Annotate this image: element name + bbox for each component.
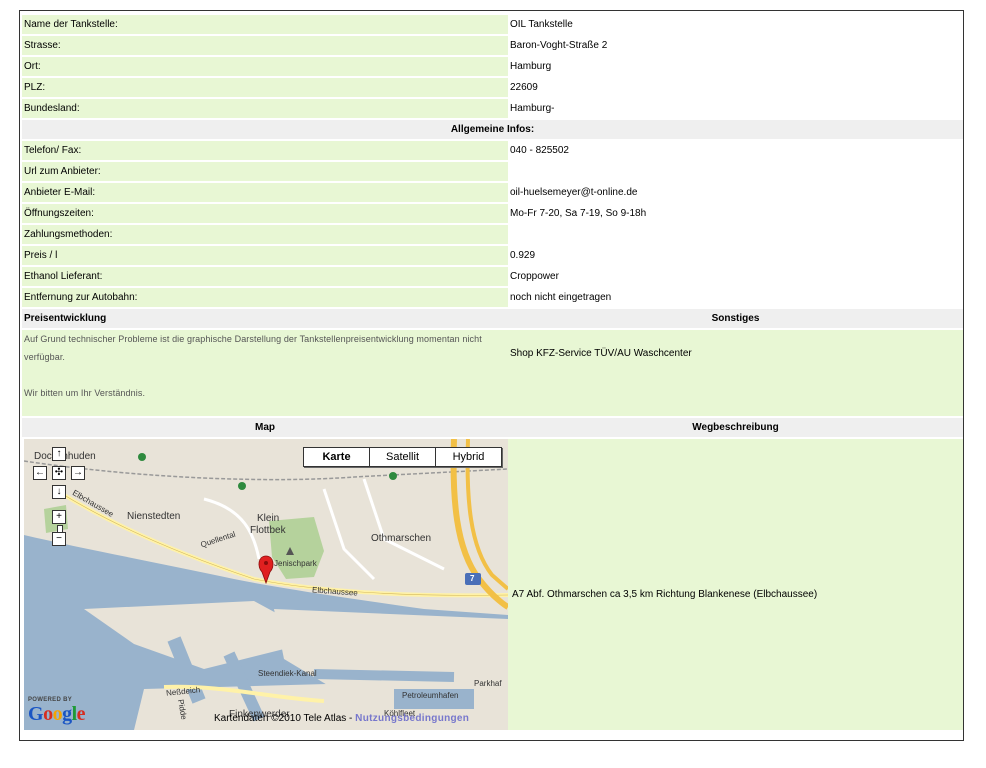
row-value: Mo-Fr 7-20, Sa 7-19, So 9-18h — [508, 204, 963, 223]
row-zip: PLZ: 22609 — [22, 78, 963, 97]
row-value: Hamburg — [508, 57, 963, 76]
google-wordmark: Google — [28, 703, 86, 725]
map-label-road7: 7 — [470, 574, 475, 583]
map-view[interactable]: Dockenhuden Nienstedten Klein Flottbek O… — [24, 439, 508, 730]
copyright-text: Kartendaten ©2010 Tele Atlas - — [214, 713, 356, 724]
map-copyright: Kartendaten ©2010 Tele Atlas - Nutzungsb… — [214, 713, 469, 724]
map-label-nienstedten: Nienstedten — [127, 511, 181, 522]
pan-down-icon[interactable]: ↓ — [52, 485, 66, 499]
row-supplier: Ethanol Lieferant: Croppower — [22, 267, 963, 286]
row-price: Preis / l 0.929 — [22, 246, 963, 265]
row-value — [508, 225, 963, 244]
section-price-row: Preisentwicklung Sonstiges — [22, 309, 963, 328]
map-graphics — [24, 439, 508, 730]
row-label: Preis / l — [22, 246, 508, 265]
map-directions-row: Dockenhuden Nienstedten Klein Flottbek O… — [22, 439, 963, 730]
section-general-row: Allgemeine Infos: — [22, 120, 963, 139]
map-label-petroleum: Petroleumhafen — [402, 691, 459, 700]
row-label: Bundesland: — [22, 99, 508, 118]
row-value: Hamburg- — [508, 99, 963, 118]
row-value: 22609 — [508, 78, 963, 97]
directions-cell: A7 Abf. Othmarschen ca 3,5 km Richtung B… — [508, 439, 963, 730]
map-label-jenischpark: Jenischpark — [274, 559, 317, 568]
other-text: Shop KFZ-Service TÜV/AU Waschcenter — [510, 348, 692, 359]
map-label-parkhaf: Parkhaf — [474, 679, 502, 688]
row-phone: Telefon/ Fax: 040 - 825502 — [22, 141, 963, 160]
s-bahn-icon — [389, 472, 397, 480]
row-label: Öffnungszeiten: — [22, 204, 508, 223]
map-label-othmarschen: Othmarschen — [371, 533, 432, 544]
price-other-row: Auf Grund technischer Probleme ist die g… — [22, 330, 963, 416]
row-city: Ort: Hamburg — [22, 57, 963, 76]
location-pin-dot — [264, 561, 268, 565]
s-bahn-icon — [238, 482, 246, 490]
row-label: Telefon/ Fax: — [22, 141, 508, 160]
map-type-selector: Karte Satellit Hybrid — [303, 447, 502, 467]
map-canal-3 — [313, 669, 455, 682]
row-url: Url zum Anbieter: — [22, 162, 963, 181]
row-label: Strasse: — [22, 36, 508, 55]
pan-left-icon[interactable]: ← — [33, 466, 47, 480]
row-value: OIL Tankstelle — [508, 15, 963, 34]
zoom-out-button[interactable]: − — [52, 532, 66, 546]
row-label: Ort: — [22, 57, 508, 76]
row-label: Zahlungsmethoden: — [22, 225, 508, 244]
map-type-satellite-button[interactable]: Satellit — [369, 448, 435, 466]
row-label: Name der Tankstelle: — [22, 15, 508, 34]
row-label: Anbieter E-Mail: — [22, 183, 508, 202]
row-value: noch nicht eingetragen — [508, 288, 963, 307]
row-value: Baron-Voght-Straße 2 — [508, 36, 963, 55]
row-email: Anbieter E-Mail: oil-huelsemeyer@t-online… — [22, 183, 963, 202]
map-label-steendiek: Steendiek-Kanal — [258, 669, 317, 678]
price-note-cell: Auf Grund technischer Probleme ist die g… — [22, 330, 508, 416]
price-note-text: Auf Grund technischer Probleme ist die g… — [24, 334, 482, 362]
section-map-heading: Map — [22, 418, 508, 437]
row-value: 0.929 — [508, 246, 963, 265]
terms-link[interactable]: Nutzungsbedingungen — [355, 713, 469, 724]
row-label: Ethanol Lieferant: — [22, 267, 508, 286]
row-label: Url zum Anbieter: — [22, 162, 508, 181]
pan-up-icon[interactable]: ↑ — [52, 447, 66, 461]
google-logo[interactable]: POWERED BY Google — [28, 697, 86, 726]
map-cell: Dockenhuden Nienstedten Klein Flottbek O… — [22, 439, 508, 730]
pan-center-icon[interactable]: ✣ — [52, 466, 66, 480]
section-directions-heading: Wegbeschreibung — [508, 418, 963, 437]
station-details-frame: Name der Tankstelle: OIL Tankstelle Stras… — [19, 10, 964, 741]
row-label: Entfernung zur Autobahn: — [22, 288, 508, 307]
map-type-hybrid-button[interactable]: Hybrid — [435, 448, 501, 466]
row-payment: Zahlungsmethoden: — [22, 225, 963, 244]
map-label-flottbek: Flottbek — [250, 525, 286, 536]
map-type-map-button[interactable]: Karte — [304, 448, 369, 466]
price-note-spacer — [24, 366, 506, 384]
other-cell: Shop KFZ-Service TÜV/AU Waschcenter — [508, 330, 963, 416]
section-map-row: Map Wegbeschreibung — [22, 418, 963, 437]
row-value: 040 - 825502 — [508, 141, 963, 160]
row-hours: Öffnungszeiten: Mo-Fr 7-20, Sa 7-19, So 9… — [22, 204, 963, 223]
row-distance: Entfernung zur Autobahn: noch nicht einge… — [22, 288, 963, 307]
email-value[interactable]: oil-huelsemeyer@t-online.de — [508, 183, 963, 202]
zoom-in-button[interactable]: + — [52, 510, 66, 524]
station-info-table: Name der Tankstelle: OIL Tankstelle Stras… — [22, 13, 963, 732]
map-label-klein: Klein — [257, 513, 280, 524]
price-note-apology: Wir bitten um Ihr Verständnis. — [24, 388, 146, 398]
section-price-heading: Preisentwicklung — [22, 309, 508, 328]
s-bahn-icon — [138, 453, 146, 461]
row-state: Bundesland: Hamburg- — [22, 99, 963, 118]
pan-right-icon[interactable]: → — [71, 466, 85, 480]
row-name: Name der Tankstelle: OIL Tankstelle — [22, 15, 963, 34]
row-street: Strasse: Baron-Voght-Straße 2 — [22, 36, 963, 55]
row-label: PLZ: — [22, 78, 508, 97]
row-value[interactable] — [508, 162, 963, 181]
directions-text: A7 Abf. Othmarschen ca 3,5 km Richtung B… — [512, 589, 818, 600]
section-other-heading: Sonstiges — [508, 309, 963, 328]
row-value: Croppower — [508, 267, 963, 286]
section-general-heading: Allgemeine Infos: — [22, 120, 963, 139]
